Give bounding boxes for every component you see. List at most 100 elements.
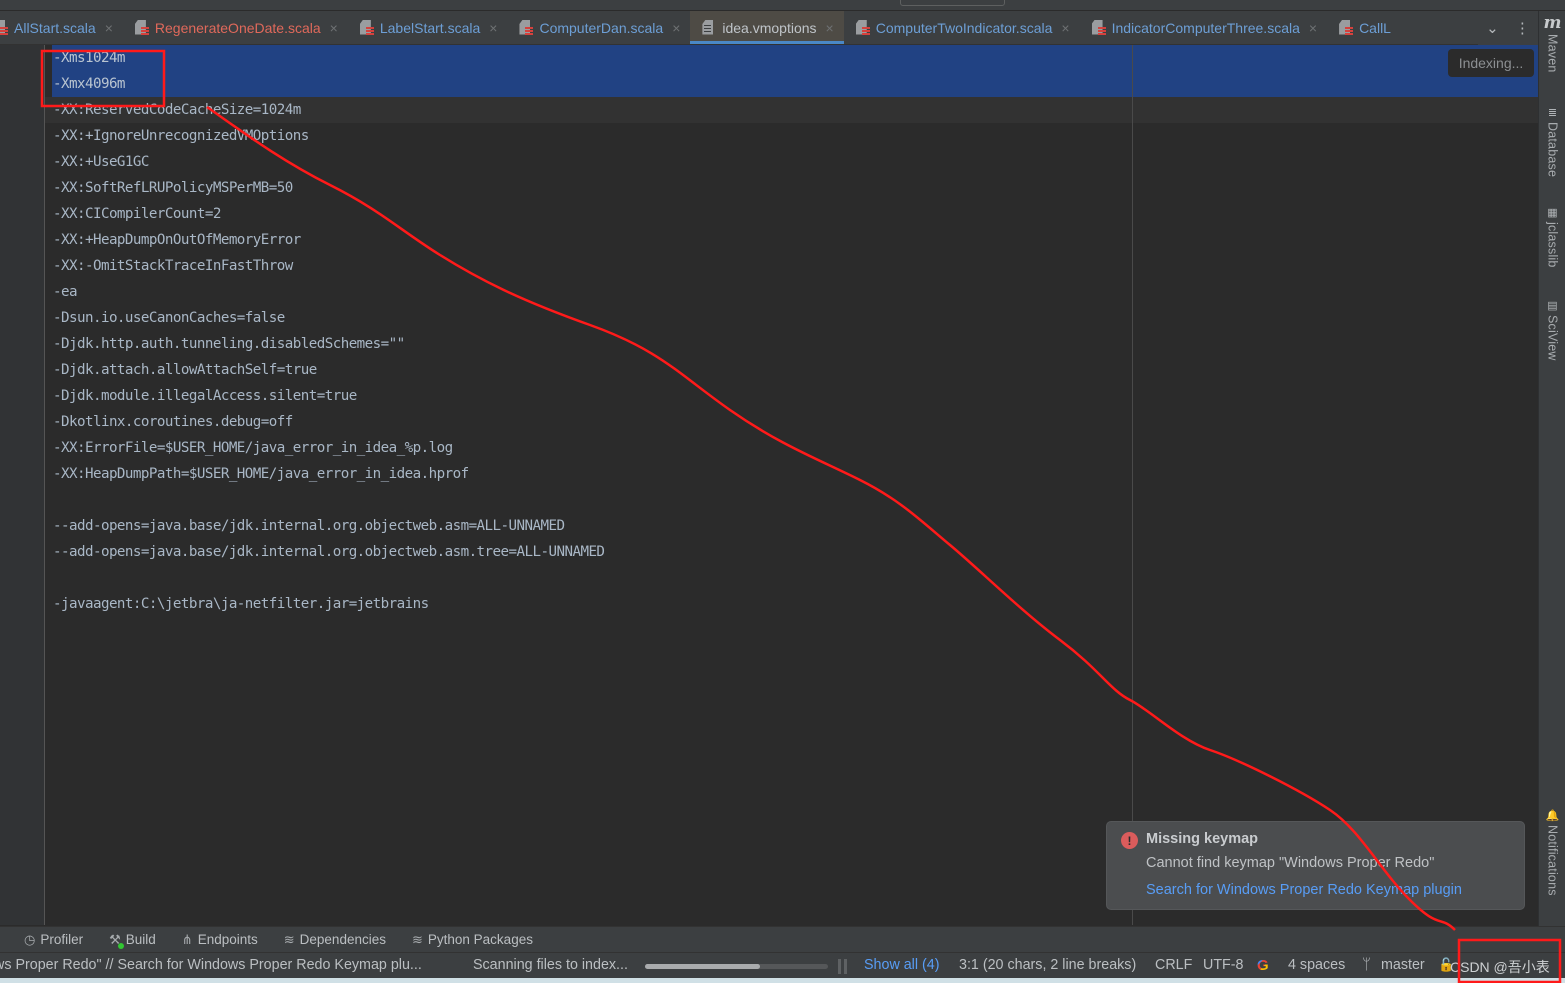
indent-setting[interactable]: 4 spaces [1288, 957, 1345, 973]
close-tab-icon[interactable]: × [826, 20, 834, 36]
code-line: -XX:+UseG1GC [53, 154, 149, 170]
tab-label: IndicatorComputerThree.scala [1111, 19, 1300, 36]
tool-window-label: Endpoints [197, 932, 258, 947]
editor-tab[interactable]: IndicatorComputerThree.scala × [1080, 11, 1328, 44]
tool-maven[interactable]: m Maven [1539, 13, 1565, 73]
git-branch[interactable]: master [1381, 957, 1425, 973]
tab-label: idea.vmoptions [722, 19, 817, 36]
editor-tab[interactable]: AllStart.scala × [0, 11, 123, 44]
tool-window-label: Dependencies [299, 932, 386, 947]
tool-sciview[interactable]: ▤ SciView [1539, 299, 1565, 361]
tool-window-label: Build [125, 932, 156, 947]
scala-file-icon [1091, 19, 1106, 36]
tab-label: ComputerDan.scala [539, 19, 664, 36]
tab-list-chevron-icon[interactable]: ⌄ [1486, 19, 1499, 37]
code-line: --add-opens=java.base/jdk.internal.org.o… [53, 544, 605, 560]
status-bar: ws Proper Redo" // Search for Windows Pr… [0, 952, 1565, 978]
indexing-progress-fill [645, 964, 761, 969]
tab-label: AllStart.scala [14, 19, 96, 36]
close-tab-icon[interactable]: × [105, 20, 113, 36]
google-icon[interactable]: G [1257, 957, 1269, 974]
tool-notifications[interactable]: 🔔 Notifications [1539, 809, 1565, 896]
file-encoding[interactable]: UTF-8 [1203, 957, 1244, 973]
scala-file-icon [0, 19, 8, 36]
editor-tab[interactable]: RegenerateOneDate.scala × [123, 11, 348, 44]
search-keymap-plugin-link[interactable]: Search for Windows Proper Redo Keymap pl… [1146, 882, 1462, 898]
editor-gutter [0, 45, 45, 925]
text-file-icon [702, 19, 716, 36]
profiler-icon: ◷ [24, 931, 36, 947]
editor-tab[interactable]: CallL [1327, 11, 1401, 44]
close-tab-icon[interactable]: × [1061, 20, 1069, 36]
git-branch-icon: ᛘ [1362, 956, 1372, 973]
tool-window-profiler[interactable]: ◷ Profiler [24, 932, 83, 948]
tool-label: Maven [1545, 34, 1560, 73]
code-line: -Djdk.http.auth.tunneling.disabledScheme… [53, 336, 405, 352]
bottom-edge [0, 978, 1565, 983]
run-config-box[interactable] [900, 0, 1005, 6]
indexing-progress-bar [645, 964, 828, 969]
indexing-badge: Indexing... [1448, 49, 1534, 77]
editor-tab[interactable]: LabelStart.scala × [348, 11, 508, 44]
code-line: -XX:CICompilerCount=2 [53, 206, 221, 222]
code-line: -XX:-OmitStackTraceInFastThrow [53, 258, 293, 274]
code-line: -Djdk.module.illegalAccess.silent=true [53, 388, 357, 404]
tool-window-bar: ◷ Profiler ⚒ Build ⋔ Endpoints ≋ Dependencies ≋ P… [0, 926, 1565, 952]
notification-balloon[interactable]: ! Missing keymap Cannot find keymap "Win… [1106, 821, 1525, 910]
error-icon: ! [1121, 832, 1138, 849]
close-tab-icon[interactable]: × [330, 20, 338, 36]
editor[interactable]: -Xms1024m -Xmx4096m -XX:ReservedCodeCacheS… [45, 45, 1538, 925]
title-strip [0, 0, 1565, 11]
endpoints-icon: ⋔ [181, 931, 193, 947]
code-line: -ea [53, 284, 78, 300]
show-all-processes-link[interactable]: Show all (4) [864, 957, 940, 973]
tool-window-build[interactable]: ⚒ Build [109, 932, 156, 949]
scala-file-icon [519, 19, 534, 36]
code-line: -XX:SoftRefLRUPolicyMSPerMB=50 [53, 180, 293, 196]
watermark: CSDN @吾小表 [1450, 959, 1550, 975]
tab-more-icon[interactable]: ⋮ [1515, 19, 1530, 37]
notification-title: Missing keymap [1146, 831, 1259, 847]
scala-file-icon [134, 19, 149, 36]
layers-icon: ≋ [283, 931, 295, 947]
code-line: -Dkotlinx.coroutines.debug=off [53, 414, 293, 430]
editor-tab[interactable]: ComputerDan.scala × [507, 11, 690, 44]
code-line: -XX:ReservedCodeCacheSize=1024m [53, 102, 301, 118]
code-line: -Xms1024m [53, 50, 125, 66]
tool-window-python-packages[interactable]: ≋ Python Packages [412, 932, 533, 948]
tab-label: LabelStart.scala [379, 19, 481, 36]
maven-icon: m [1543, 13, 1562, 33]
indexing-status-label[interactable]: Scanning files to index... [473, 957, 628, 973]
tab-label: CallL [1359, 19, 1391, 36]
status-message[interactable]: ws Proper Redo" // Search for Windows Pr… [0, 957, 422, 973]
tool-window-label: Profiler [40, 932, 84, 947]
scala-file-icon [855, 19, 870, 36]
tool-window-label: Python Packages [427, 932, 533, 947]
tool-jclasslib[interactable]: ▦ jclasslib [1539, 206, 1565, 268]
right-margin-guide [1132, 45, 1133, 925]
close-tab-icon[interactable]: × [672, 20, 680, 36]
bell-icon: 🔔 [1545, 810, 1560, 822]
right-tool-stripe: m Maven ≣ Database ▦ jclasslib ▤ SciView 🔔 Notifi… [1538, 11, 1565, 926]
pause-icon[interactable] [838, 959, 848, 974]
scala-file-icon [1339, 19, 1354, 36]
tool-window-dependencies[interactable]: ≋ Dependencies [284, 932, 386, 948]
tool-database[interactable]: ≣ Database [1539, 106, 1565, 177]
line-separator[interactable]: CRLF [1155, 957, 1192, 973]
tab-label: RegenerateOneDate.scala [154, 19, 321, 36]
tool-window-endpoints[interactable]: ⋔ Endpoints [182, 932, 258, 948]
code-line: -Xmx4096m [53, 76, 125, 92]
editor-tab[interactable]: ComputerTwoIndicator.scala × [844, 11, 1080, 44]
tab-overflow-controls: ⌄ ⋮ [1478, 11, 1538, 45]
close-tab-icon[interactable]: × [489, 20, 497, 36]
tool-label: Notifications [1545, 825, 1560, 896]
close-tab-icon[interactable]: × [1309, 20, 1317, 36]
tab-label: ComputerTwoIndicator.scala [875, 19, 1053, 36]
sciview-icon: ▤ [1547, 300, 1558, 312]
database-icon: ≣ [1547, 107, 1558, 119]
editor-tab[interactable]: idea.vmoptions × [690, 11, 845, 44]
caret-position[interactable]: 3:1 (20 chars, 2 line breaks) [959, 957, 1136, 973]
code-content[interactable]: -Xms1024m -Xmx4096m -XX:ReservedCodeCacheS… [53, 45, 605, 617]
